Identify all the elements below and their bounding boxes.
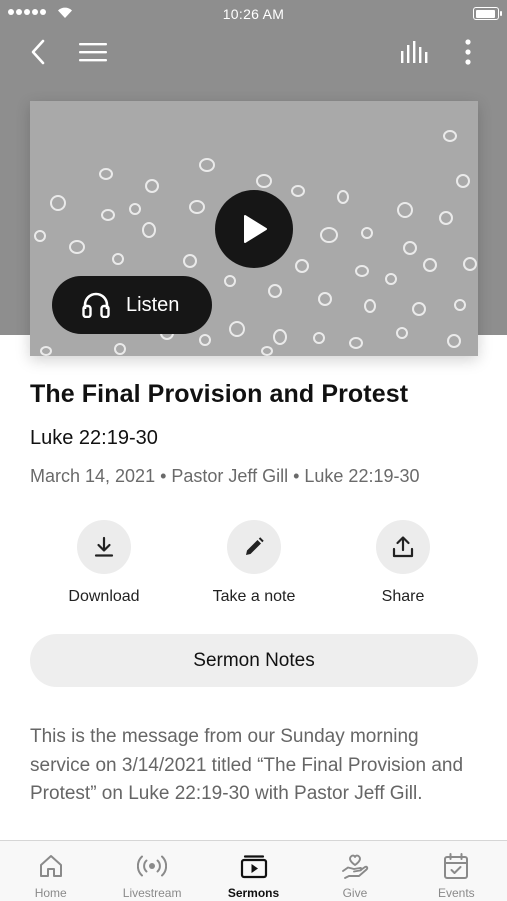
tab-bar: Home Livestream Sermons Give Events [0,840,507,901]
pencil-icon [246,537,264,555]
tab-label: Events [437,886,475,900]
tab-label: Home [34,886,67,900]
tab-sermons[interactable]: Sermons [203,841,304,901]
audio-settings-button[interactable] [396,36,434,68]
more-vertical-icon [465,39,471,65]
more-options-button[interactable] [454,36,482,68]
tab-label: Livestream [122,886,182,900]
audio-bars-icon [401,41,428,63]
tab-give[interactable]: Give [304,841,405,901]
download-icon [94,536,114,557]
chevron-left-icon [31,39,45,65]
take-note-button[interactable]: Take a note [194,520,314,606]
hamburger-menu-icon [79,43,107,62]
share-label: Share [381,588,425,605]
tab-home[interactable]: Home [0,841,101,901]
take-note-label: Take a note [212,588,296,605]
calendar-check-icon [444,853,469,879]
broadcast-icon [137,855,168,877]
video-library-icon [240,855,267,879]
battery-icon [473,7,502,20]
give-hand-heart-icon [341,854,369,879]
tab-events[interactable]: Events [406,841,507,901]
download-button[interactable]: Download [44,520,164,606]
listen-label: Listen [126,293,180,316]
back-button[interactable] [22,36,54,68]
tab-livestream[interactable]: Livestream [101,841,202,901]
share-icon [392,536,414,558]
status-bar: 10:26 AM [0,0,507,28]
sermon-media-card[interactable]: Listen [30,101,478,356]
listen-button[interactable]: Listen [52,276,212,334]
sermon-title: The Final Provision and Protest [30,380,409,408]
play-button[interactable] [215,190,293,268]
download-label: Download [68,588,140,605]
tab-label: Sermons [227,886,280,900]
menu-button[interactable] [76,36,110,68]
sermon-description: This is the message from our Sunday morn… [30,726,464,804]
status-time: 10:26 AM [222,6,285,22]
share-button[interactable]: Share [343,520,463,606]
sermon-notes-button[interactable]: Sermon Notes [30,634,478,687]
tab-label: Give [342,886,368,900]
play-icon [244,215,267,243]
sermon-scripture: Luke 22:19-30 [30,427,158,449]
headphones-icon [82,292,110,318]
sermon-meta: March 14, 2021 • Pastor Jeff Gill • Luke… [30,466,420,486]
home-icon [39,855,62,877]
